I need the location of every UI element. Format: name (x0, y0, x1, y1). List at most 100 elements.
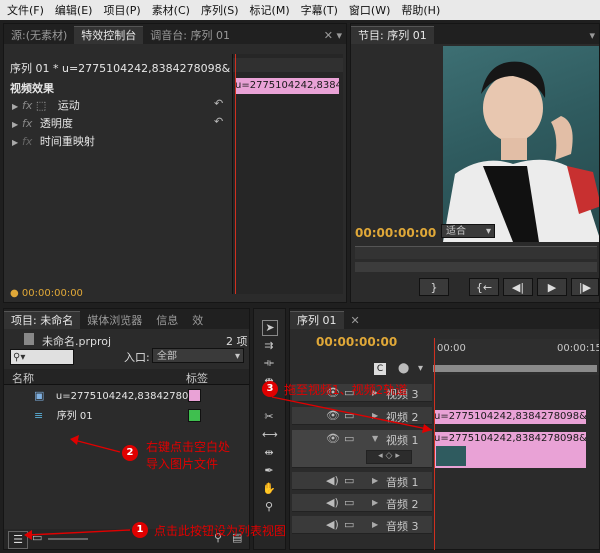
tab-media-browser[interactable]: 媒体浏览器 (80, 312, 149, 329)
clip-video-1[interactable]: u=2775104242,8384278098&fm=26 (434, 432, 586, 468)
expand-icon[interactable]: ▶ (12, 116, 22, 133)
ripple-edit-tool-icon[interactable]: ⟛ (262, 356, 276, 370)
track-select-tool-icon[interactable]: ⇉ (262, 339, 276, 353)
track-audio-1[interactable]: ◀) ▭ ▶ 音频 1 (292, 472, 432, 490)
menu-project[interactable]: 项目(P) (96, 2, 144, 18)
panel-menu-icon[interactable]: ▾ (589, 27, 599, 44)
entry-dropdown[interactable]: 全部 ▾ (152, 348, 244, 363)
tab-program[interactable]: 节目: 序列 01 (351, 26, 434, 44)
speaker-icon[interactable]: ◀) (326, 474, 339, 487)
column-label-header[interactable]: 标签 (186, 370, 208, 386)
timeline-ruler[interactable]: 00:00 00:00:15: (433, 339, 599, 375)
menu-clip[interactable]: 素材(C) (145, 2, 194, 18)
annotation-number-3: 3 (262, 381, 278, 397)
project-item-image[interactable]: ▣ u=2775104242,8384278098 (34, 387, 201, 404)
effect-timecode: ● 00:00:00:00 (10, 288, 83, 299)
expand-icon[interactable]: ▶ (372, 411, 382, 420)
track-label: 视频 1 (386, 434, 419, 447)
tab-effects[interactable]: 效 (185, 312, 210, 329)
marker-icon[interactable]: ⬤ (398, 363, 409, 374)
close-icon[interactable]: ✕ (344, 312, 367, 329)
eye-icon[interactable]: 👁 (326, 409, 340, 422)
project-tabbar: 项目: 未命名 媒体浏览器 信息 效 (4, 309, 249, 329)
project-item-name: 序列 01 (56, 411, 93, 422)
hand-tool-icon[interactable]: ✋ (262, 482, 276, 496)
tab-source[interactable]: 源:(无素材) (4, 27, 74, 44)
keyframe-nav-icon[interactable]: ◂ ◇ ▸ (366, 450, 412, 464)
play-button[interactable]: ▶ (537, 278, 567, 296)
project-search-input[interactable]: ⚲▾ (10, 349, 74, 365)
work-area-bar[interactable] (433, 365, 597, 372)
razor-tool-icon[interactable]: ✂ (262, 410, 276, 424)
menu-title[interactable]: 字幕(T) (294, 2, 342, 18)
slip-tool-icon[interactable]: ⟷ (262, 428, 278, 442)
sync-lock-icon[interactable]: ▭ (344, 496, 354, 509)
menu-help[interactable]: 帮助(H) (394, 2, 444, 18)
track-audio-2[interactable]: ◀) ▭ ▶ 音频 2 (292, 494, 432, 512)
track-video-1[interactable]: 👁 ▭ ▼ 视频 1 ◂ ◇ ▸ (292, 430, 432, 468)
expand-icon[interactable]: ▶ (12, 134, 22, 151)
tab-effect-controls[interactable]: 特效控制台 (74, 26, 144, 44)
timeline-timecode[interactable]: 00:00:00:00 (316, 335, 397, 349)
ruler-start: 00:00 (437, 343, 466, 354)
eye-icon[interactable]: 👁 (326, 432, 340, 445)
track-video-2[interactable]: 👁 ▭ ▶ 视频 2 (292, 407, 432, 425)
label-swatch-sequence[interactable] (188, 409, 201, 422)
tab-sequence[interactable]: 序列 01 (290, 311, 344, 329)
zoom-tool-icon[interactable]: ⚲ (262, 500, 276, 514)
portrait-image (443, 61, 599, 242)
expand-icon[interactable]: ▶ (12, 98, 22, 115)
speaker-icon[interactable]: ◀) (326, 496, 339, 509)
menu-edit[interactable]: 编辑(E) (48, 2, 97, 18)
snap-icon[interactable]: C (374, 363, 386, 375)
column-name-header[interactable]: 名称 (12, 370, 34, 386)
pen-tool-icon[interactable]: ✒ (262, 464, 276, 478)
expand-icon[interactable]: ▶ (372, 476, 382, 485)
tab-info[interactable]: 信息 (149, 312, 185, 329)
keyframe-icon[interactable]: ▾ (418, 363, 423, 374)
menu-window[interactable]: 窗口(W) (342, 2, 394, 18)
collapse-icon[interactable]: ▼ (372, 434, 382, 443)
effect-row-opacity[interactable]: ▶ fx 透明度 (12, 115, 73, 132)
sync-lock-icon[interactable]: ▭ (344, 409, 354, 422)
program-timecode[interactable]: 00:00:00:00 (355, 226, 436, 240)
list-view-button[interactable]: ☰ (8, 531, 28, 549)
program-scrollbar[interactable] (355, 262, 597, 272)
tab-audio-mixer[interactable]: 调音台: 序列 01 (143, 27, 237, 44)
slide-tool-icon[interactable]: ⇹ (262, 446, 276, 460)
panel-menu-icon[interactable]: ✕ ▾ (324, 27, 346, 44)
effect-clip[interactable]: u=2775104242,838427 (235, 78, 339, 94)
icon-view-button[interactable]: ▭ (32, 531, 42, 544)
selection-tool-icon[interactable]: ➤ (262, 320, 278, 336)
reset-icon-motion[interactable]: ↶ (214, 97, 223, 110)
speaker-icon[interactable]: ◀) (326, 518, 339, 531)
step-forward-button[interactable]: |▶ (571, 278, 599, 296)
track-audio-3[interactable]: ◀) ▭ ▶ 音频 3 (292, 516, 432, 534)
project-item-sequence[interactable]: ≡ 序列 01 (34, 407, 93, 424)
expand-icon[interactable]: ▶ (372, 498, 382, 507)
reset-icon-opacity[interactable]: ↶ (214, 115, 223, 128)
label-swatch-image[interactable] (188, 389, 201, 402)
menu-sequence[interactable]: 序列(S) (194, 2, 243, 18)
zoom-slider[interactable] (48, 538, 88, 540)
sync-lock-icon[interactable]: ▭ (344, 474, 354, 487)
sync-lock-icon[interactable]: ▭ (344, 432, 354, 445)
step-back-button[interactable]: ◀| (503, 278, 533, 296)
chevron-down-icon: ▾ (234, 351, 240, 362)
timeline-playhead[interactable] (434, 338, 435, 550)
fit-dropdown[interactable]: 适合 ▾ (441, 224, 495, 238)
expand-icon[interactable]: ▶ (372, 520, 382, 529)
menu-file[interactable]: 文件(F) (0, 2, 48, 18)
effect-playhead[interactable] (235, 54, 236, 294)
image-file-icon: ▣ (34, 389, 45, 402)
mark-in-button[interactable]: } (419, 278, 449, 296)
effect-row-time-remap[interactable]: ▶ fx 时间重映射 (12, 133, 95, 150)
timeline-tabbar: 序列 01 ✕ (290, 309, 599, 329)
goto-in-button[interactable]: {← (469, 278, 499, 296)
menu-marker[interactable]: 标记(M) (243, 2, 294, 18)
tab-project[interactable]: 项目: 未命名 (4, 311, 81, 329)
sync-lock-icon[interactable]: ▭ (344, 518, 354, 531)
effect-row-motion[interactable]: ▶ fx ⬚ 运动 (12, 97, 80, 114)
program-ruler[interactable] (355, 246, 597, 259)
clip-video-2[interactable]: u=2775104242,8384278098&fm=26 (434, 410, 586, 424)
